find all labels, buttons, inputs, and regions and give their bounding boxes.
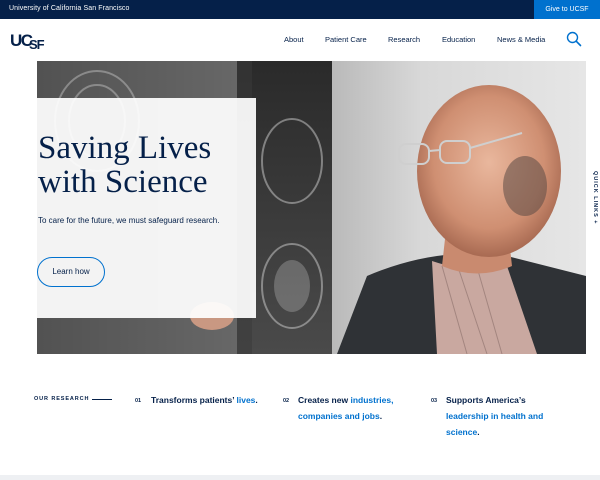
utility-bar: University of California San Francisco G… (0, 0, 600, 19)
nav-about[interactable]: About (284, 19, 304, 61)
give-button[interactable]: Give to UCSF (534, 0, 600, 19)
item-period: . (477, 427, 480, 437)
item-text: Transforms patients’ (151, 395, 237, 405)
leadership-link[interactable]: leadership in health and science (446, 411, 543, 437)
research-label: OUR RESEARCH (34, 396, 90, 402)
quick-links-label: QUICK LINKS + (592, 171, 598, 225)
item-period: . (255, 395, 258, 405)
research-item-1: 01 Transforms patients’ lives. (135, 392, 275, 408)
hero-title: Saving Lives with Science (38, 130, 212, 200)
ucsf-logo[interactable]: UC SF (10, 30, 50, 50)
nav-research[interactable]: Research (388, 19, 420, 61)
nav-patient-care[interactable]: Patient Care (325, 19, 367, 61)
site-header: UC SF About Patient Care Research Educat… (0, 19, 600, 61)
quick-links-tab[interactable]: QUICK LINKS + (586, 61, 600, 354)
divider (92, 399, 112, 400)
item-number: 02 (283, 398, 290, 404)
research-item-3: 03 Supports America’s leadership in heal… (431, 392, 551, 440)
bottom-strip (0, 475, 600, 480)
item-text: Creates new (298, 395, 351, 405)
nav-news-media[interactable]: News & Media (497, 19, 545, 61)
item-number: 01 (135, 398, 142, 404)
item-text: Supports America’s (446, 395, 526, 405)
research-item-2: 02 Creates new industries, companies and… (283, 392, 403, 424)
item-number: 03 (431, 398, 438, 404)
svg-text:SF: SF (29, 37, 45, 50)
nav-education[interactable]: Education (442, 19, 475, 61)
item-period: . (379, 411, 383, 421)
learn-how-button[interactable]: Learn how (37, 257, 105, 287)
hero-subtitle: To care for the future, we must safeguar… (38, 216, 220, 225)
university-link[interactable]: University of California San Francisco (9, 5, 130, 12)
lives-link[interactable]: lives (237, 395, 256, 405)
search-icon[interactable] (566, 31, 582, 47)
